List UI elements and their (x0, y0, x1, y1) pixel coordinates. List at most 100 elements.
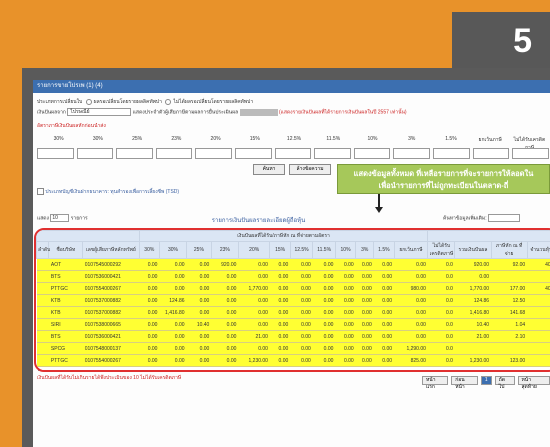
table-row[interactable]: PTTGC 0107554000267 0.00 0.00 0.00 0.00 1,230.… (36, 354, 550, 367)
pager-button-4[interactable]: หน้าสุดท้าย (517, 376, 550, 390)
column-header-8[interactable]: 15% (269, 241, 291, 259)
table-cell: 0.00 (186, 354, 212, 367)
table-cell: 0.00 (139, 342, 160, 355)
rate-input-8[interactable] (353, 148, 391, 159)
column-header-5[interactable]: 25% (186, 241, 212, 259)
note-red-text: (แสดงรายเงินปันผลที่ได้รายการเงินปันผลใน… (278, 109, 407, 116)
table-row[interactable]: PTTGC 0107554000267 0.00 0.00 0.00 0.00 1,770.… (36, 282, 550, 295)
table-group-header-row: เงินปันผลที่ได้รับ/ภาษีหัก ณ ที่จ่ายตามอ… (36, 230, 550, 242)
rate-input-12[interactable] (512, 148, 549, 159)
clear-button[interactable]: ล้างข้อความ (289, 164, 331, 175)
table-cell (527, 294, 550, 307)
table-cell: 0.00 (373, 330, 395, 343)
table-cell: 0.00 (269, 330, 291, 343)
table-cell: 0.00 (312, 306, 336, 319)
table-row[interactable]: AOT 0107545000292 0.00 0.00 0.00 920.00 0.00 0.… (36, 258, 550, 271)
column-header-13[interactable]: 1.5% (373, 241, 395, 259)
table-cell: 21.00 (454, 330, 492, 343)
summary-cell: 2,021.00 (238, 366, 270, 370)
table-cell: 0.00 (211, 306, 239, 319)
radio-option-2[interactable] (165, 98, 172, 105)
payment-select[interactable]: ไปรษณีย์ (67, 108, 132, 116)
table-row[interactable]: KTB 0107537000882 0.00 124.86 0.00 0.00 0.00 0.… (36, 294, 550, 307)
table-cell: PTTGC (48, 282, 83, 295)
pager-button-1[interactable]: ก่อนหน้า (451, 376, 478, 390)
column-header-14[interactable]: ยกเว้นภาษี (393, 241, 429, 259)
table-row[interactable]: KTB 0107537000882 0.00 1,416.80 0.00 0.00 0.00… (36, 306, 550, 319)
column-header-1[interactable]: ชื่อบริษัท (48, 241, 84, 259)
table-cell: 0.00 (355, 318, 374, 331)
table-cell: 0.00 (355, 294, 374, 307)
column-header-3[interactable]: 30% (138, 241, 160, 259)
table-cell: 0.00 (238, 258, 270, 271)
rate-input-3[interactable] (155, 148, 193, 159)
column-header-9[interactable]: 12.5% (289, 241, 314, 259)
column-header-10[interactable]: 11.5% (312, 241, 336, 259)
column-header-17[interactable]: ภาษีหัก ณ ที่จ่าย (490, 241, 528, 259)
table-cell: 0.00 (159, 258, 187, 271)
table-row[interactable]: BTS 0107536000421 0.00 0.00 0.00 0.00 0.00 0.00… (36, 270, 550, 283)
table-cell: AOT (48, 258, 83, 271)
column-header-4[interactable]: 30% (158, 241, 188, 259)
summary-cell: 5,493.16 (454, 366, 492, 370)
rate-input-2[interactable] (116, 148, 153, 159)
rate-input-1[interactable] (76, 148, 114, 159)
search-button[interactable]: ค้นหา (253, 164, 285, 175)
rate-input-7[interactable] (314, 148, 351, 159)
table-cell: 400 (527, 282, 550, 295)
column-header-0[interactable]: ลำดับ (36, 241, 50, 259)
tsd-checkbox-label: ประเภทบัญชีเงินฝากธนาคาร: ทุนสำรองเพื่อก… (45, 189, 180, 195)
table-cell: 0.00 (269, 306, 291, 319)
column-header-11[interactable]: 10% (334, 241, 357, 259)
column-header-2[interactable]: เลขผู้เสียภาษีหลักทรัพย์ (82, 241, 140, 259)
note-label: แสดงประจำตัวผู้เสียภาษีตามผลการยื่นประเม… (132, 109, 239, 116)
table-cell: 0.00 (269, 342, 291, 355)
rate-inputs-row (37, 148, 549, 159)
table-cell (36, 282, 49, 295)
table-row[interactable]: SIRI 0107538000665 0.00 0.00 10.40 0.00 0.00 0.… (36, 318, 550, 331)
table-cell: 0.00 (269, 270, 291, 283)
pager-button-0[interactable]: หน้าแรก (422, 376, 449, 390)
table-cell: 0.00 (394, 258, 428, 271)
rate-input-6[interactable] (274, 148, 312, 159)
table-cell: 1.04 (491, 318, 528, 331)
rate-input-9[interactable] (393, 148, 431, 159)
table-cell: 0.00 (238, 342, 270, 355)
table-cell: 0.00 (373, 342, 395, 355)
table-cell: 0.00 (312, 294, 336, 307)
column-header-15[interactable]: ไม่ได้รับเครดิตภาษี (427, 241, 456, 259)
column-header-18[interactable]: จำนวนหุ้น (526, 241, 550, 259)
rate-input-10[interactable] (433, 148, 470, 159)
table-cell: 123.00 (491, 354, 528, 367)
table-cell: 0.00 (454, 270, 492, 283)
rate-input-11[interactable] (472, 148, 510, 159)
tsd-checkbox[interactable] (37, 188, 44, 196)
tax-id-field[interactable] (239, 108, 278, 116)
column-header-7[interactable]: 20% (237, 241, 271, 259)
pager-button-3[interactable]: ถัดไป (494, 376, 515, 390)
table-row[interactable]: SPCG 0107548000137 0.00 0.00 0.00 0.00 0.00 0.0… (36, 342, 550, 355)
column-header-12[interactable]: 3% (355, 241, 375, 259)
pager-button-2[interactable]: 1 (480, 376, 492, 385)
table-cell: 0.0 (427, 318, 455, 331)
table-cell: 0.00 (335, 354, 356, 367)
total-row: รวมเงินปันผล 1,541.7610.40920.002,021.00 5… (36, 366, 550, 370)
table-cell: 0.00 (139, 354, 160, 367)
radio-option-1-label: ผลรอเปลี่ยนโดยรายผลลิคทัพปา (93, 99, 162, 105)
table-cell: 0107537000882 (82, 294, 140, 307)
table-body: AOT 0107545000292 0.00 0.00 0.00 920.00 0.00 0.… (36, 258, 550, 370)
type-filter-row: ประเภทการเปลี่ยนใบ ผลรอเปลี่ยนโดยรายผลลิ… (37, 98, 253, 106)
table-cell (36, 294, 49, 307)
rate-input-4[interactable] (195, 148, 233, 159)
table-cell: 0.00 (269, 318, 291, 331)
payment-select-value: ไปรษณีย์ (70, 109, 90, 115)
radio-option-1[interactable] (85, 98, 92, 105)
column-header-6[interactable]: 23% (210, 241, 239, 259)
table-row[interactable]: BTS 0107536000421 0.00 0.00 0.00 0.00 21.00 0.0… (36, 330, 550, 343)
table-cell: PTTGC (48, 354, 83, 367)
column-header-16[interactable]: รวมเงินปันผล (454, 241, 492, 259)
table-cell (527, 330, 550, 343)
rate-input-0[interactable] (37, 148, 74, 159)
rate-input-5[interactable] (235, 148, 272, 159)
table-cell: 0.00 (394, 306, 428, 319)
